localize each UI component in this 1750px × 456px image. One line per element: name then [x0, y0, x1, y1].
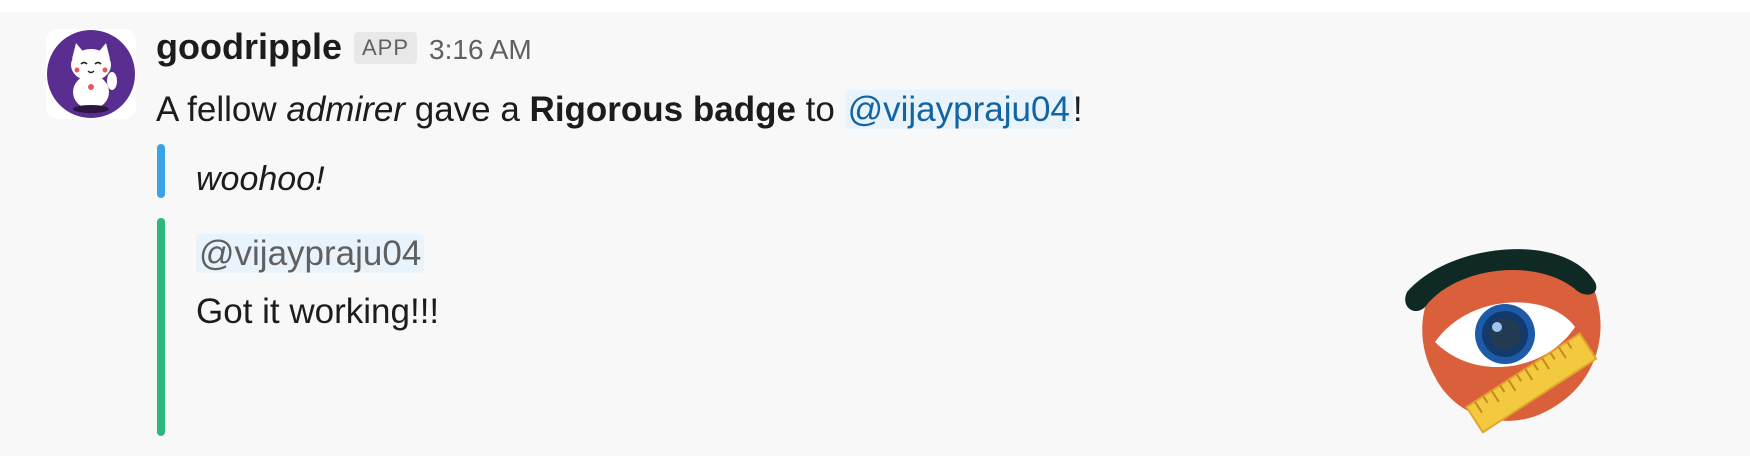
attachment-text: woohoo!: [196, 160, 325, 198]
attachment-bar-green: [157, 218, 165, 436]
avatar[interactable]: [46, 29, 136, 119]
user-mention[interactable]: @vijaypraju04: [844, 90, 1073, 129]
app-badge: APP: [353, 32, 418, 64]
badge-image[interactable]: [1395, 237, 1615, 442]
user-mention[interactable]: @vijaypraju04: [196, 234, 425, 273]
sender-name[interactable]: goodripple: [156, 26, 342, 68]
eye-ruler-icon: [1405, 249, 1601, 434]
message-header: goodripple APP 3:16 AM: [156, 26, 532, 68]
attachment-mention[interactable]: @vijaypraju04: [196, 234, 425, 274]
lucky-cat-avatar-icon: [47, 30, 135, 118]
text-strong: Rigorous badge: [529, 90, 796, 129]
message-text: A fellow admirer gave a Rigorous badge t…: [156, 90, 1083, 130]
attachment-bar-blue: [157, 144, 165, 198]
text-part: A fellow: [156, 90, 287, 129]
text-part: gave a: [405, 90, 530, 129]
text-part: to: [795, 90, 845, 129]
attachment-text: Got it working!!!: [196, 292, 440, 331]
text-emphasis: admirer: [286, 90, 405, 129]
text-part: !: [1072, 90, 1083, 129]
message-timestamp[interactable]: 3:16 AM: [429, 34, 532, 66]
message-container: goodripple APP 3:16 AM A fellow admirer …: [0, 12, 1750, 456]
